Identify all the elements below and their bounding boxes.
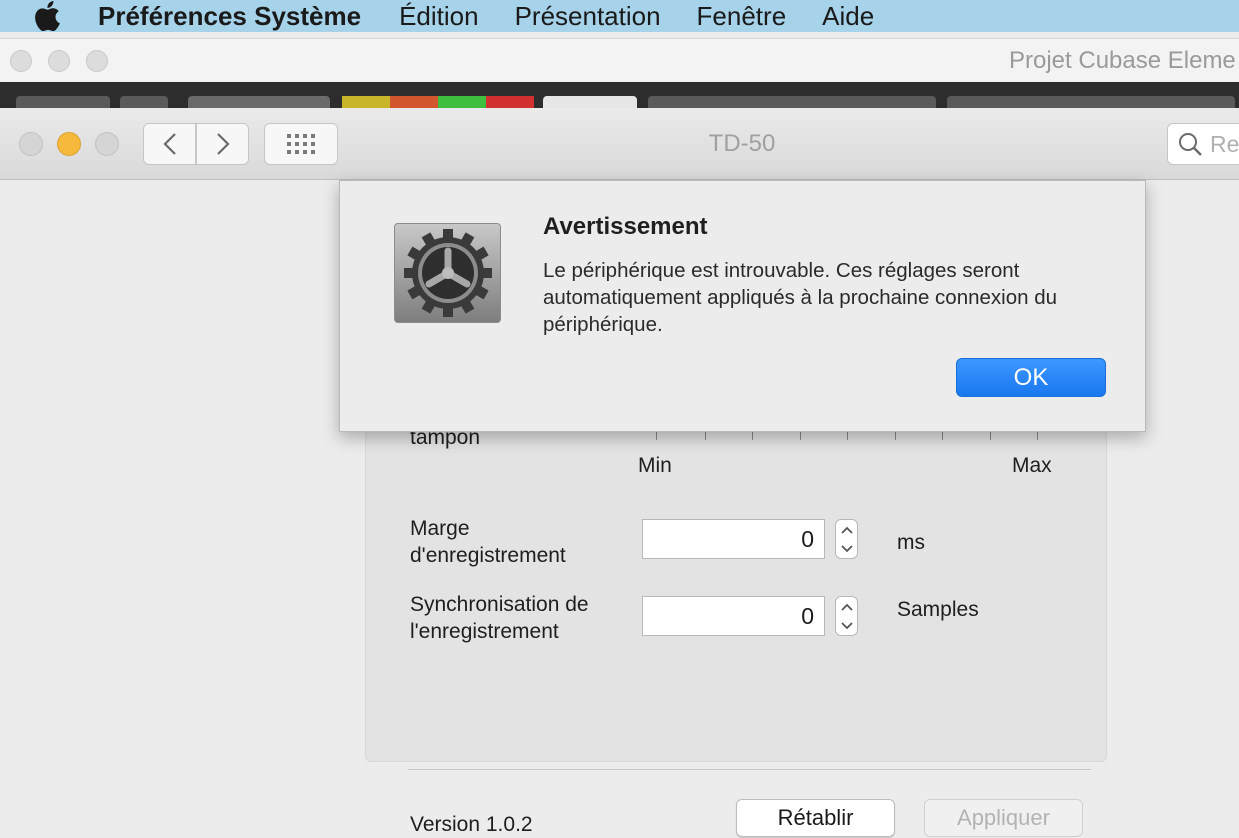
gear-icon bbox=[394, 223, 501, 323]
alert-title: Avertissement bbox=[543, 213, 708, 240]
search-placeholder: Re bbox=[1210, 130, 1239, 157]
record-margin-label: Marge d'enregistrement bbox=[410, 517, 566, 567]
record-margin-unit: ms bbox=[897, 531, 925, 554]
background-window-title: Projet Cubase Eleme bbox=[1009, 47, 1236, 74]
divider bbox=[408, 769, 1091, 770]
record-margin-stepper[interactable] bbox=[835, 519, 858, 559]
slider-tick bbox=[1037, 432, 1038, 440]
slider-tick bbox=[942, 432, 943, 440]
slider-tick bbox=[752, 432, 753, 440]
version-label: Version 1.0.2 bbox=[410, 813, 533, 836]
slider-min-label: Min bbox=[638, 454, 672, 477]
menu-edition[interactable]: Édition bbox=[399, 1, 479, 32]
menu-help[interactable]: Aide bbox=[822, 1, 874, 32]
background-window-titlebar: Projet Cubase Eleme bbox=[0, 38, 1239, 82]
slider-max-label: Max bbox=[1012, 454, 1052, 477]
alert-sheet: Avertissement Le périphérique est introu… bbox=[339, 180, 1146, 432]
slider-tick bbox=[847, 432, 848, 440]
window-title: TD-50 bbox=[708, 130, 776, 157]
toolbar-block bbox=[16, 96, 110, 108]
record-margin-field[interactable]: 0 bbox=[642, 519, 825, 559]
bg-minimize-button[interactable] bbox=[48, 50, 70, 72]
record-sync-unit: Samples bbox=[897, 598, 979, 621]
toolbar-dropdown[interactable] bbox=[543, 96, 637, 108]
search-field[interactable]: Re bbox=[1167, 123, 1239, 165]
record-sync-label: Synchronisation de l'enregistrement bbox=[410, 593, 589, 643]
slider-tick bbox=[800, 432, 801, 440]
color-swatch[interactable] bbox=[342, 96, 390, 108]
chevron-down-icon[interactable] bbox=[840, 544, 853, 553]
slider-tick bbox=[656, 432, 657, 440]
window-toolbar: TD-50 Re bbox=[0, 108, 1239, 180]
color-swatch[interactable] bbox=[486, 96, 534, 108]
bg-zoom-button[interactable] bbox=[86, 50, 108, 72]
toolbar-block bbox=[648, 96, 936, 108]
menu-bar: Préférences Système Édition Présentation… bbox=[0, 0, 1239, 32]
bg-close-button[interactable] bbox=[10, 50, 32, 72]
menu-window[interactable]: Fenêtre bbox=[697, 1, 787, 32]
ok-button[interactable]: OK bbox=[956, 358, 1106, 397]
record-sync-field[interactable]: 0 bbox=[642, 596, 825, 636]
chevron-up-icon[interactable] bbox=[840, 603, 853, 611]
reset-button[interactable]: Rétablir bbox=[736, 799, 895, 837]
slider-tick bbox=[895, 432, 896, 440]
menu-presentation[interactable]: Présentation bbox=[515, 1, 661, 32]
toolbar-block bbox=[947, 96, 1235, 108]
chevron-down-icon[interactable] bbox=[840, 621, 853, 630]
apply-button[interactable]: Appliquer bbox=[924, 799, 1083, 837]
alert-message: Le périphérique est introuvable. Ces rég… bbox=[543, 259, 1058, 336]
menu-app-name[interactable]: Préférences Système bbox=[98, 1, 361, 32]
slider-tick bbox=[990, 432, 991, 440]
toolbar-block bbox=[188, 96, 330, 108]
chevron-up-icon[interactable] bbox=[840, 526, 853, 534]
background-window-toolbar bbox=[0, 82, 1239, 108]
toolbar-block bbox=[120, 96, 168, 108]
slider-tick bbox=[705, 432, 706, 440]
color-swatch[interactable] bbox=[390, 96, 438, 108]
record-sync-stepper[interactable] bbox=[835, 596, 858, 636]
color-swatch[interactable] bbox=[438, 96, 486, 108]
apple-menu-icon[interactable] bbox=[34, 1, 80, 31]
search-icon bbox=[1179, 133, 1202, 156]
